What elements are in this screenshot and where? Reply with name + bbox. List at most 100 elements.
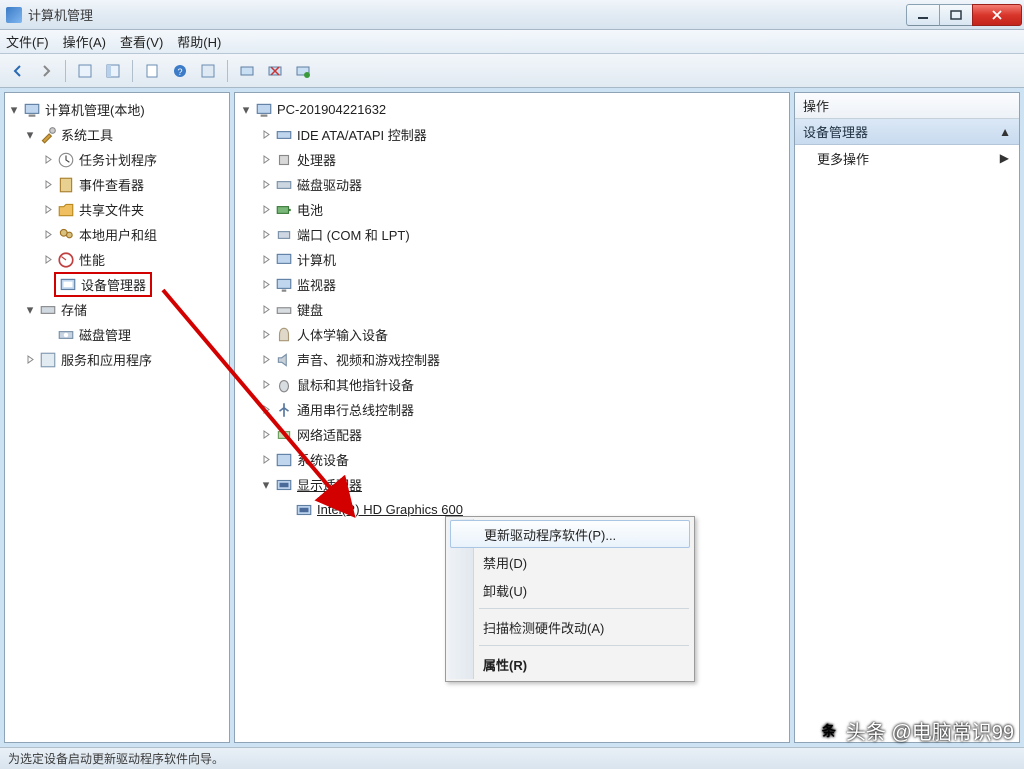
device-ide[interactable]: IDE ATA/ATAPI 控制器	[235, 122, 789, 147]
tree-label: 监视器	[297, 275, 336, 294]
close-icon	[991, 10, 1003, 20]
expander-icon[interactable]	[41, 153, 55, 167]
expander-icon[interactable]	[259, 453, 273, 467]
device-system[interactable]: 系统设备	[235, 447, 789, 472]
expander-icon[interactable]	[259, 378, 273, 392]
device-hid[interactable]: 人体学输入设备	[235, 322, 789, 347]
device-display-adapters[interactable]: ▾ 显示适配器	[235, 472, 789, 497]
computer-icon	[275, 251, 293, 269]
expander-icon[interactable]	[259, 178, 273, 192]
maximize-button[interactable]	[939, 4, 973, 26]
forward-button[interactable]	[34, 59, 58, 83]
tree-event-viewer[interactable]: 事件查看器	[5, 172, 229, 197]
expander-icon[interactable]	[41, 228, 55, 242]
menu-bar: 文件(F) 操作(A) 查看(V) 帮助(H)	[0, 30, 1024, 54]
back-button[interactable]	[6, 59, 30, 83]
expander-icon[interactable]	[41, 178, 55, 192]
device-sound[interactable]: 声音、视频和游戏控制器	[235, 347, 789, 372]
tree-shared-folders[interactable]: 共享文件夹	[5, 197, 229, 222]
actions-more-label: 更多操作	[817, 149, 869, 168]
tree-storage[interactable]: ▾ 存储	[5, 297, 229, 322]
device-monitor[interactable]: 监视器	[235, 272, 789, 297]
ctx-update-driver[interactable]: 更新驱动程序软件(P)...	[450, 520, 690, 548]
expander-icon[interactable]	[259, 303, 273, 317]
update-button[interactable]	[291, 59, 315, 83]
expander-spacer	[41, 278, 55, 292]
expander-icon[interactable]	[259, 228, 273, 242]
menu-file[interactable]: 文件(F)	[6, 32, 49, 51]
ctx-label: 禁用(D)	[483, 553, 527, 572]
expander-icon[interactable]	[259, 428, 273, 442]
show-hide-button[interactable]	[101, 59, 125, 83]
menu-view[interactable]: 查看(V)	[120, 32, 163, 51]
tree-disk-mgmt[interactable]: 磁盘管理	[5, 322, 229, 347]
expander-icon[interactable]: ▾	[23, 303, 37, 317]
device-usb[interactable]: 通用串行总线控制器	[235, 397, 789, 422]
expander-icon[interactable]	[259, 203, 273, 217]
refresh-button[interactable]	[196, 59, 220, 83]
drive-icon	[275, 176, 293, 194]
expander-icon[interactable]	[259, 403, 273, 417]
tree-task-scheduler[interactable]: 任务计划程序	[5, 147, 229, 172]
ctx-disable[interactable]: 禁用(D)	[449, 548, 691, 576]
device-network[interactable]: 网络适配器	[235, 422, 789, 447]
ctx-scan-hw[interactable]: 扫描检测硬件改动(A)	[449, 613, 691, 641]
tree-local-users[interactable]: 本地用户和组	[5, 222, 229, 247]
tree-label: 处理器	[297, 150, 336, 169]
tree-device-manager[interactable]: 设备管理器	[5, 272, 229, 297]
device-battery[interactable]: 电池	[235, 197, 789, 222]
ctx-properties[interactable]: 属性(R)	[449, 650, 691, 678]
tree-services[interactable]: 服务和应用程序	[5, 347, 229, 372]
help-button[interactable]: ?	[168, 59, 192, 83]
network-icon	[275, 426, 293, 444]
up-button[interactable]	[73, 59, 97, 83]
expander-icon[interactable]	[259, 253, 273, 267]
tree-label: 本地用户和组	[79, 225, 157, 244]
tree-label: PC-201904221632	[277, 102, 386, 117]
expander-icon[interactable]: ▾	[23, 128, 37, 142]
expander-icon[interactable]	[259, 128, 273, 142]
expander-icon[interactable]: ▾	[239, 103, 253, 117]
device-keyboard[interactable]: 键盘	[235, 297, 789, 322]
expander-icon[interactable]	[23, 353, 37, 367]
hid-icon	[275, 326, 293, 344]
actions-selected[interactable]: 设备管理器 ▲	[795, 119, 1019, 145]
context-menu-separator	[479, 608, 689, 609]
device-root[interactable]: ▾ PC-201904221632	[235, 97, 789, 122]
expander-icon[interactable]	[259, 153, 273, 167]
expander-icon[interactable]	[259, 278, 273, 292]
close-button[interactable]	[972, 4, 1022, 26]
tree-systools[interactable]: ▾ 系统工具	[5, 122, 229, 147]
tree-root[interactable]: ▾ 计算机管理(本地)	[5, 97, 229, 122]
scan-button[interactable]	[235, 59, 259, 83]
menu-action[interactable]: 操作(A)	[63, 32, 106, 51]
uninstall-button[interactable]	[263, 59, 287, 83]
tree-performance[interactable]: 性能	[5, 247, 229, 272]
ctx-label: 扫描检测硬件改动(A)	[483, 618, 604, 637]
device-ports[interactable]: 端口 (COM 和 LPT)	[235, 222, 789, 247]
services-icon	[39, 351, 57, 369]
left-tree-pane: ▾ 计算机管理(本地) ▾ 系统工具 任务计划程序 事件查看器	[4, 92, 230, 743]
actions-more[interactable]: 更多操作 ▶	[795, 145, 1019, 171]
ctx-uninstall[interactable]: 卸载(U)	[449, 576, 691, 604]
device-computer[interactable]: 计算机	[235, 247, 789, 272]
expander-icon[interactable]	[41, 253, 55, 267]
device-mouse[interactable]: 鼠标和其他指针设备	[235, 372, 789, 397]
app-icon	[6, 7, 22, 23]
users-icon	[57, 226, 75, 244]
status-bar: 为选定设备启动更新驱动程序软件向导。	[0, 747, 1024, 769]
update-icon	[295, 63, 311, 79]
expander-icon[interactable]	[259, 353, 273, 367]
minimize-button[interactable]	[906, 4, 940, 26]
menu-help[interactable]: 帮助(H)	[177, 32, 221, 51]
expander-icon[interactable]: ▾	[7, 103, 21, 117]
expander-spacer	[279, 503, 293, 517]
expander-icon[interactable]	[41, 203, 55, 217]
expander-icon[interactable]: ▾	[259, 478, 273, 492]
expander-icon[interactable]	[259, 328, 273, 342]
device-processors[interactable]: 处理器	[235, 147, 789, 172]
device-disk-drives[interactable]: 磁盘驱动器	[235, 172, 789, 197]
tree-label: 显示适配器	[297, 475, 362, 494]
status-text: 为选定设备启动更新驱动程序软件向导。	[8, 750, 224, 767]
properties-button[interactable]	[140, 59, 164, 83]
